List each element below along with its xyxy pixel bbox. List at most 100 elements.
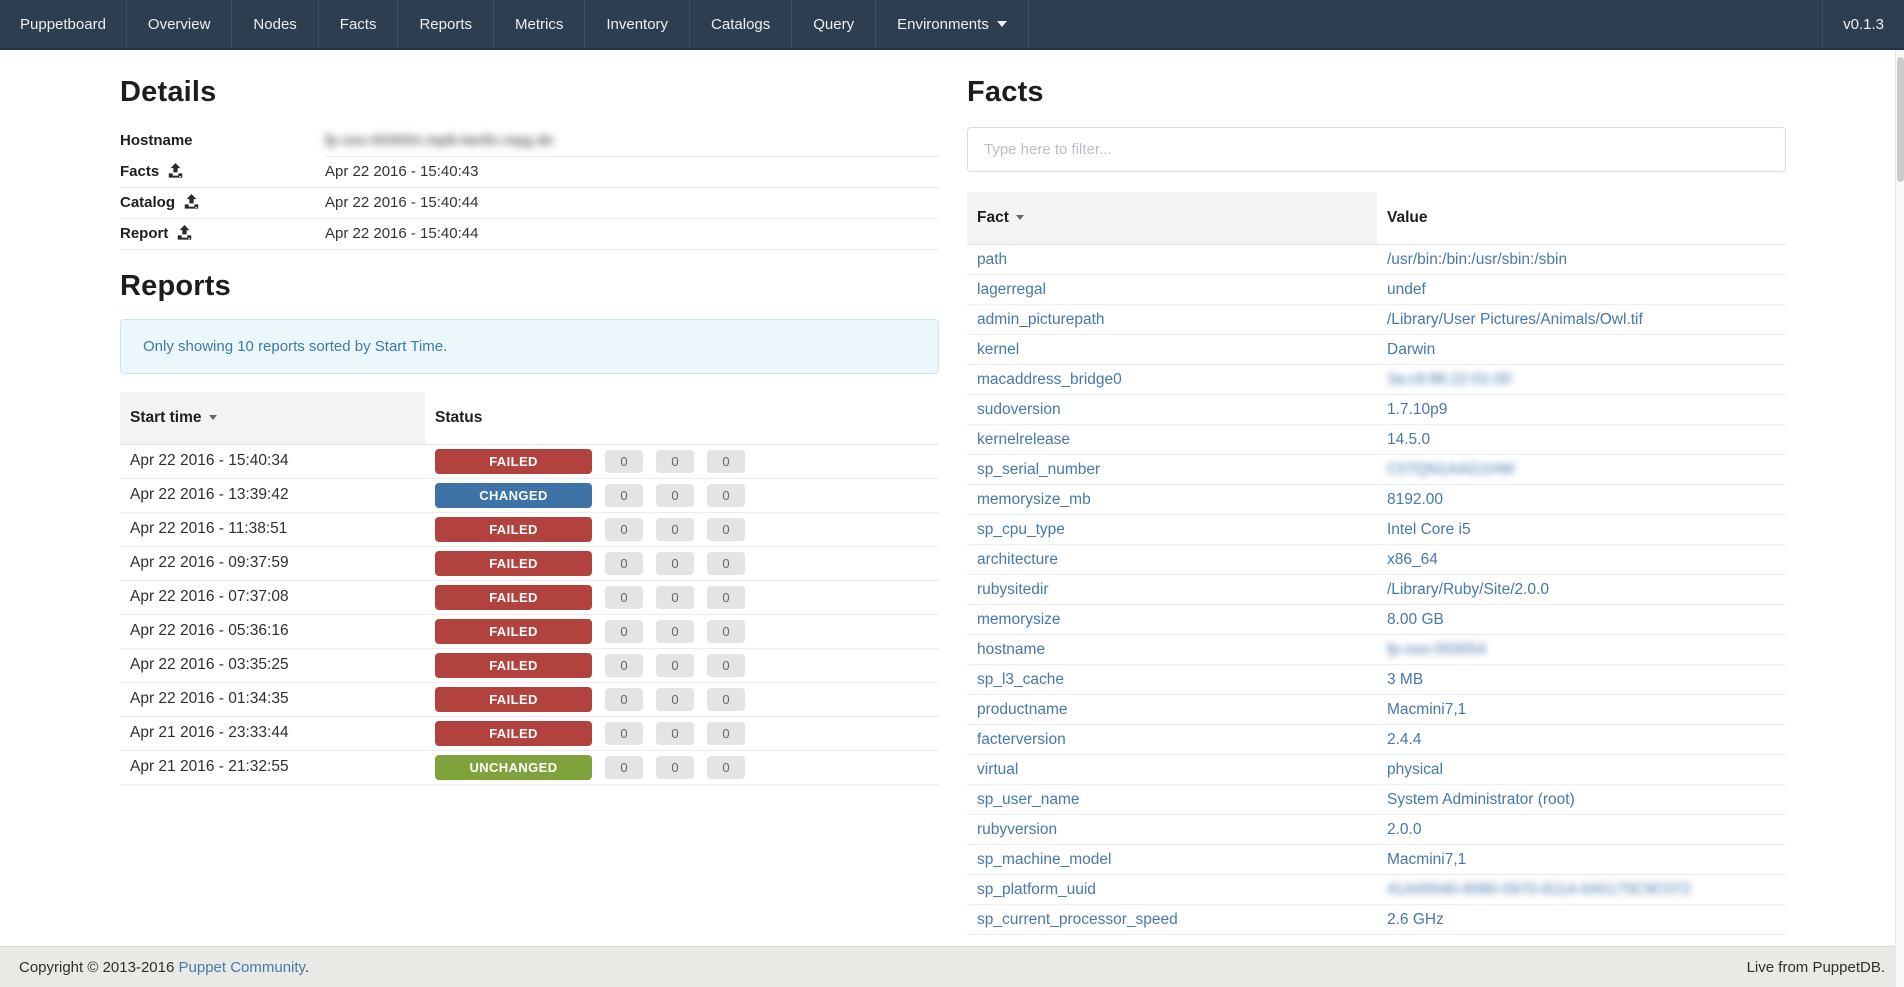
fact-value-link[interactable]: x86_64 [1387, 551, 1438, 568]
footer-copyright: Copyright © 2013-2016 Puppet Community. [19, 959, 309, 976]
footer-live-status: Live from PuppetDB. [1747, 959, 1885, 976]
detail-row: Catalog Apr 22 2016 - 15:40:44 [120, 187, 939, 218]
fact-name-link[interactable]: sp_platform_uuid [977, 881, 1096, 898]
fact-value-link[interactable]: 41A00040-6080-5970-8114-0A5170C9C072 [1387, 881, 1691, 898]
brand-puppetboard[interactable]: Puppetboard [0, 0, 127, 48]
report-row: Apr 22 2016 - 15:40:34 FAILED 0 0 0 [120, 444, 939, 478]
fact-value-link[interactable]: /Library/User Pictures/Animals/Owl.tif [1387, 311, 1643, 328]
fact-name-link[interactable]: memorysize [977, 611, 1061, 628]
footer: Copyright © 2013-2016 Puppet Community. … [0, 946, 1904, 987]
fact-value-link[interactable]: Darwin [1387, 341, 1435, 358]
report-count-badge: 0 [605, 620, 643, 643]
nav-items: Overview Nodes Facts Reports Metrics Inv… [127, 0, 876, 48]
fact-name-link[interactable]: sp_l3_cache [977, 671, 1064, 688]
caret-down-icon [1016, 215, 1024, 220]
footer-link-puppet-community[interactable]: Puppet Community [179, 959, 305, 976]
nav-item-metrics[interactable]: Metrics [494, 0, 585, 48]
fact-value-link[interactable]: Macmini7,1 [1387, 851, 1466, 868]
nav-item-reports[interactable]: Reports [398, 0, 494, 48]
fact-name-link[interactable]: productname [977, 701, 1067, 718]
vertical-scrollbar-track[interactable] [1895, 50, 1904, 987]
fact-value-link[interactable]: C07QN1AAG1HW [1387, 461, 1514, 478]
fact-name-link[interactable]: sp_cpu_type [977, 521, 1065, 538]
nav-item-facts[interactable]: Facts [319, 0, 399, 48]
fact-name-link[interactable]: sp_current_processor_speed [977, 911, 1178, 928]
fact-value-link[interactable]: 3 MB [1387, 671, 1423, 688]
facts-title: Facts [967, 76, 1786, 109]
nav-item-query[interactable]: Query [792, 0, 876, 48]
fact-value-link[interactable]: fp-oss-003054 [1387, 641, 1486, 658]
fact-name-link[interactable]: kernel [977, 341, 1019, 358]
report-start-time: Apr 22 2016 - 11:38:51 [120, 512, 425, 546]
upload-icon[interactable] [184, 194, 199, 209]
reports-header-status[interactable]: Status [425, 392, 939, 445]
version-label: v0.1.3 [1822, 0, 1904, 48]
report-count-badge: 0 [605, 484, 643, 507]
fact-name-link[interactable]: macaddress_bridge0 [977, 371, 1122, 388]
fact-name-link[interactable]: path [977, 251, 1007, 268]
reports-title: Reports [120, 270, 939, 303]
fact-row: sp_current_processor_speed 2.6 GHz [967, 905, 1786, 935]
fact-name-link[interactable]: kernelrelease [977, 431, 1070, 448]
fact-name-link[interactable]: architecture [977, 551, 1058, 568]
nav-item-catalogs[interactable]: Catalogs [690, 0, 792, 48]
fact-value-link[interactable]: Macmini7,1 [1387, 701, 1466, 718]
report-row: Apr 22 2016 - 07:37:08 FAILED 0 0 0 [120, 580, 939, 614]
facts-filter-input[interactable] [967, 127, 1786, 172]
nav-item-overview[interactable]: Overview [127, 0, 233, 48]
fact-value-link[interactable]: /Library/Ruby/Site/2.0.0 [1387, 581, 1549, 598]
fact-name-link[interactable]: rubyversion [977, 821, 1057, 838]
report-start-time: Apr 22 2016 - 05:36:16 [120, 614, 425, 648]
report-count-badge: 0 [656, 620, 694, 643]
vertical-scrollbar-thumb[interactable] [1897, 57, 1904, 182]
reports-header-starttime[interactable]: Start time [120, 392, 425, 445]
nav-item-inventory[interactable]: Inventory [585, 0, 690, 48]
fact-name-link[interactable]: admin_picturepath [977, 311, 1105, 328]
fact-row: lagerregal undef [967, 275, 1786, 305]
fact-value-link[interactable]: 14.5.0 [1387, 431, 1430, 448]
fact-name-link[interactable]: facterversion [977, 731, 1066, 748]
fact-value-link[interactable]: physical [1387, 761, 1443, 778]
fact-name-link[interactable]: sp_serial_number [977, 461, 1100, 478]
report-count-badge: 0 [707, 654, 745, 677]
left-column: Details Hostname fp-oss-003054.mpib-berl… [120, 50, 939, 935]
report-row: Apr 22 2016 - 11:38:51 FAILED 0 0 0 [120, 512, 939, 546]
fact-name-link[interactable]: virtual [977, 761, 1018, 778]
fact-name-link[interactable]: memorysize_mb [977, 491, 1091, 508]
fact-row: kernel Darwin [967, 335, 1786, 365]
nav-dropdown-label: Environments [897, 16, 989, 33]
fact-value-link[interactable]: 2.6 GHz [1387, 911, 1444, 928]
fact-value-link[interactable]: undef [1387, 281, 1426, 298]
report-row: Apr 22 2016 - 05:36:16 FAILED 0 0 0 [120, 614, 939, 648]
fact-value-link[interactable]: /usr/bin:/bin:/usr/sbin:/sbin [1387, 251, 1567, 268]
report-row: Apr 21 2016 - 21:32:55 UNCHANGED 0 0 0 [120, 750, 939, 784]
fact-name-link[interactable]: sp_user_name [977, 791, 1080, 808]
fact-value-link[interactable]: 3a:c9:86:22:01:00 [1387, 371, 1511, 388]
fact-name-link[interactable]: sudoversion [977, 401, 1061, 418]
fact-name-link[interactable]: sp_machine_model [977, 851, 1111, 868]
nav-dropdown-environments[interactable]: Environments [876, 0, 1029, 48]
fact-row: sp_l3_cache 3 MB [967, 665, 1786, 695]
fact-value-link[interactable]: System Administrator (root) [1387, 791, 1575, 808]
facts-header-fact[interactable]: Fact [967, 192, 1377, 245]
fact-value-link[interactable]: 8192.00 [1387, 491, 1443, 508]
fact-name-link[interactable]: hostname [977, 641, 1045, 658]
fact-value-link[interactable]: 1.7.10p9 [1387, 401, 1447, 418]
facts-header-value[interactable]: Value [1377, 192, 1786, 245]
puppetboard-node-page: Puppetboard Overview Nodes Facts Reports… [0, 0, 1904, 987]
report-count-badge: 0 [707, 756, 745, 779]
fact-row: sp_platform_uuid 41A00040-6080-5970-8114… [967, 875, 1786, 905]
fact-row: kernelrelease 14.5.0 [967, 425, 1786, 455]
fact-name-link[interactable]: rubysitedir [977, 581, 1049, 598]
upload-icon[interactable] [177, 225, 192, 240]
fact-value-link[interactable]: Intel Core i5 [1387, 521, 1471, 538]
fact-value-link[interactable]: 2.4.4 [1387, 731, 1421, 748]
detail-row: Hostname fp-oss-003054.mpib-berlin.mpg.d… [120, 125, 939, 156]
report-status-badge: FAILED [435, 517, 592, 542]
upload-icon[interactable] [168, 163, 183, 178]
fact-value-link[interactable]: 8.00 GB [1387, 611, 1444, 628]
top-navbar: Puppetboard Overview Nodes Facts Reports… [0, 0, 1904, 50]
fact-name-link[interactable]: lagerregal [977, 281, 1046, 298]
nav-item-nodes[interactable]: Nodes [232, 0, 318, 48]
fact-value-link[interactable]: 2.0.0 [1387, 821, 1421, 838]
